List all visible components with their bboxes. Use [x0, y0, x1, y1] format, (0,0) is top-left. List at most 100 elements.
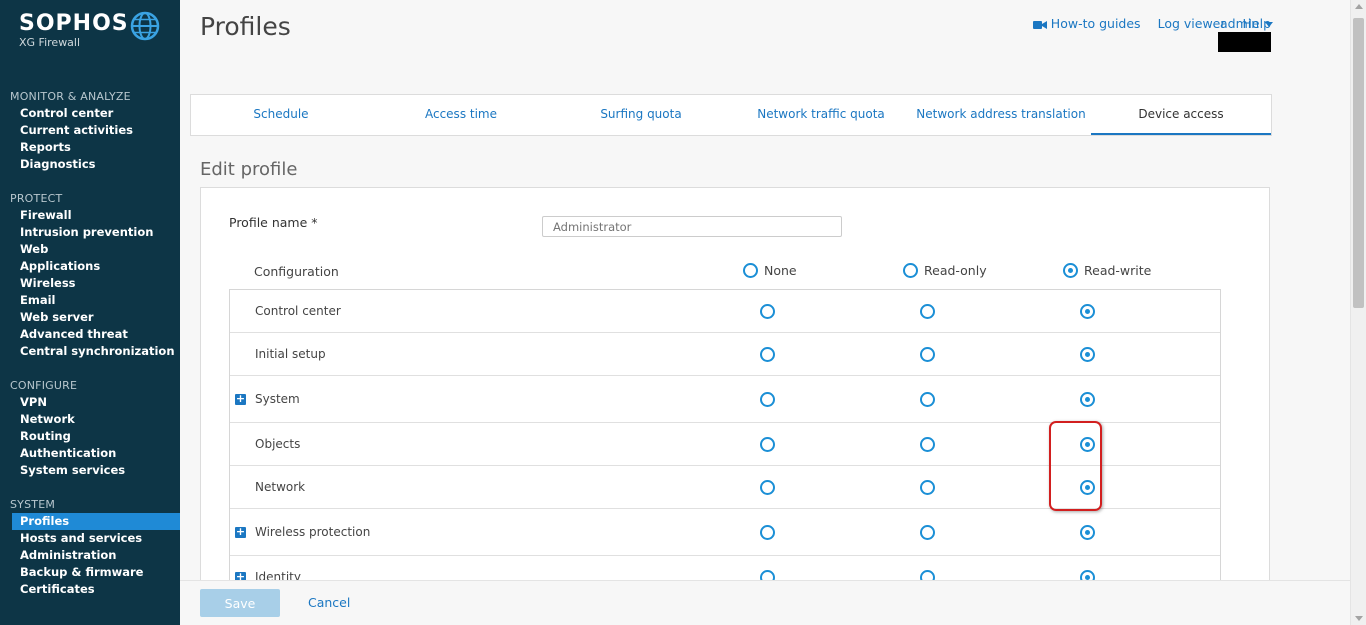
scrollbar[interactable] [1350, 0, 1366, 625]
sidebar-item-wireless[interactable]: Wireless [12, 275, 180, 292]
sidebar-item-vpn[interactable]: VPN [12, 394, 180, 411]
sidebar-item-applications[interactable]: Applications [12, 258, 180, 275]
table-row: + Identity [230, 556, 1220, 580]
annotation-highlight [1049, 421, 1102, 511]
radio-initial-setup-read-only[interactable] [920, 346, 935, 362]
tab-network-address-translation[interactable]: Network address translation [911, 95, 1091, 135]
howto-label: How-to guides [1050, 16, 1141, 31]
cancel-button[interactable]: Cancel [308, 595, 350, 610]
howto-link[interactable]: How-to guides [1032, 16, 1141, 31]
row-label-control-center: Control center [255, 303, 341, 318]
scroll-down-arrow-icon[interactable] [1355, 616, 1363, 621]
column-header-label: Read-write [1084, 263, 1152, 278]
row-label-objects: Objects [255, 436, 301, 451]
brand-logo[interactable]: SOPHOS XG Firewall [19, 10, 129, 49]
sidebar-item-central-synchronization[interactable]: Central synchronization [12, 343, 180, 360]
row-label-initial-setup: Initial setup [255, 346, 326, 361]
row-label-network: Network [255, 479, 306, 494]
tab-surfing-quota[interactable]: Surfing quota [551, 95, 731, 135]
radio-all-read-write[interactable] [1063, 263, 1078, 278]
sidebar-item-advanced-threat[interactable]: Advanced threat [12, 326, 180, 343]
radio-identity-read-write[interactable] [1080, 569, 1095, 580]
column-header-label: None [764, 263, 797, 278]
footer-bar [180, 580, 1350, 625]
expand-plus-icon[interactable]: + [235, 526, 246, 538]
radio-all-none[interactable] [743, 263, 758, 278]
redacted-box [1218, 32, 1271, 52]
page-title: Profiles [200, 12, 291, 41]
radio-initial-setup-none[interactable] [760, 346, 775, 362]
tab-network-traffic-quota[interactable]: Network traffic quota [731, 95, 911, 135]
column-header-none[interactable]: None [743, 263, 797, 278]
radio-control-center-none[interactable] [760, 303, 775, 319]
nav-section-title: SYSTEM [10, 498, 56, 511]
tab-access-time[interactable]: Access time [371, 95, 551, 135]
scroll-thumb[interactable] [1353, 18, 1364, 308]
sidebar-item-control-center[interactable]: Control center [12, 105, 180, 122]
radio-wireless-protection-read-only[interactable] [920, 524, 935, 540]
sidebar-item-administration[interactable]: Administration [12, 547, 180, 564]
tab-device-access[interactable]: Device access [1091, 95, 1271, 135]
brand-name: SOPHOS [19, 11, 129, 36]
expand-plus-icon[interactable]: + [235, 571, 246, 580]
user-menu[interactable]: admin [1220, 16, 1274, 31]
radio-system-read-write[interactable] [1080, 391, 1095, 407]
globe-icon [130, 11, 160, 41]
radio-wireless-protection-none[interactable] [760, 524, 775, 540]
radio-identity-read-only[interactable] [920, 569, 935, 580]
tab-schedule[interactable]: Schedule [191, 95, 371, 135]
sidebar-item-web-server[interactable]: Web server [12, 309, 180, 326]
radio-all-read-only[interactable] [903, 263, 918, 278]
save-button[interactable]: Save [200, 589, 280, 617]
sidebar-item-firewall[interactable]: Firewall [12, 207, 180, 224]
sidebar-item-email[interactable]: Email [12, 292, 180, 309]
radio-objects-none[interactable] [760, 436, 775, 452]
column-header-label: Read-only [924, 263, 987, 278]
scroll-up-arrow-icon[interactable] [1355, 4, 1363, 9]
log-viewer-link[interactable]: Log viewer [1158, 16, 1226, 31]
sidebar-item-network[interactable]: Network [12, 411, 180, 428]
edit-profile-heading: Edit profile [200, 159, 298, 180]
sidebar-item-reports[interactable]: Reports [12, 139, 180, 156]
table-row: Initial setup [230, 333, 1220, 376]
radio-wireless-protection-read-write[interactable] [1080, 524, 1095, 540]
nav-section-title: MONITOR & ANALYZE [10, 90, 131, 103]
row-label-identity: Identity [255, 569, 301, 581]
radio-control-center-read-only[interactable] [920, 303, 935, 319]
expand-plus-icon[interactable]: + [235, 393, 246, 405]
sidebar-item-routing[interactable]: Routing [12, 428, 180, 445]
user-name: admin [1220, 16, 1260, 31]
sidebar-item-system-services[interactable]: System services [12, 462, 180, 479]
radio-objects-read-only[interactable] [920, 436, 935, 452]
sidebar-item-certificates[interactable]: Certificates [12, 581, 180, 598]
radio-control-center-read-write[interactable] [1080, 303, 1095, 319]
profile-name-label: Profile name * [229, 215, 318, 230]
row-label-system: System [255, 391, 300, 406]
profile-name-input[interactable] [542, 216, 842, 237]
row-label-wireless-protection: Wireless protection [255, 524, 371, 539]
sidebar-item-diagnostics[interactable]: Diagnostics [12, 156, 180, 173]
column-header-read-write[interactable]: Read-write [1063, 263, 1151, 278]
column-header-read-only[interactable]: Read-only [903, 263, 987, 278]
table-row: + System [230, 376, 1220, 423]
table-row: + Wireless protection [230, 509, 1220, 556]
sidebar-item-web[interactable]: Web [12, 241, 180, 258]
radio-system-read-only[interactable] [920, 391, 935, 407]
sidebar-item-hosts-and-services[interactable]: Hosts and services [12, 530, 180, 547]
nav-section-title: CONFIGURE [10, 379, 78, 392]
configuration-header: Configuration [254, 264, 339, 279]
tab-bar: Schedule Access time Surfing quota Network … [190, 94, 1272, 136]
sidebar: SOPHOS XG Firewall MONITOR & ANALYZE Cont… [0, 0, 180, 625]
table-row: Control center [230, 290, 1220, 333]
radio-system-none[interactable] [760, 391, 775, 407]
sidebar-item-backup-and-firmware[interactable]: Backup & firmware [12, 564, 180, 581]
video-camera-icon [1032, 20, 1047, 29]
radio-identity-none[interactable] [760, 569, 775, 580]
sidebar-item-authentication[interactable]: Authentication [12, 445, 180, 462]
sidebar-item-profiles[interactable]: Profiles [12, 513, 180, 530]
radio-initial-setup-read-write[interactable] [1080, 346, 1095, 362]
radio-network-none[interactable] [760, 479, 775, 495]
radio-network-read-only[interactable] [920, 479, 935, 495]
sidebar-item-intrusion-prevention[interactable]: Intrusion prevention [12, 224, 180, 241]
sidebar-item-current-activities[interactable]: Current activities [12, 122, 180, 139]
